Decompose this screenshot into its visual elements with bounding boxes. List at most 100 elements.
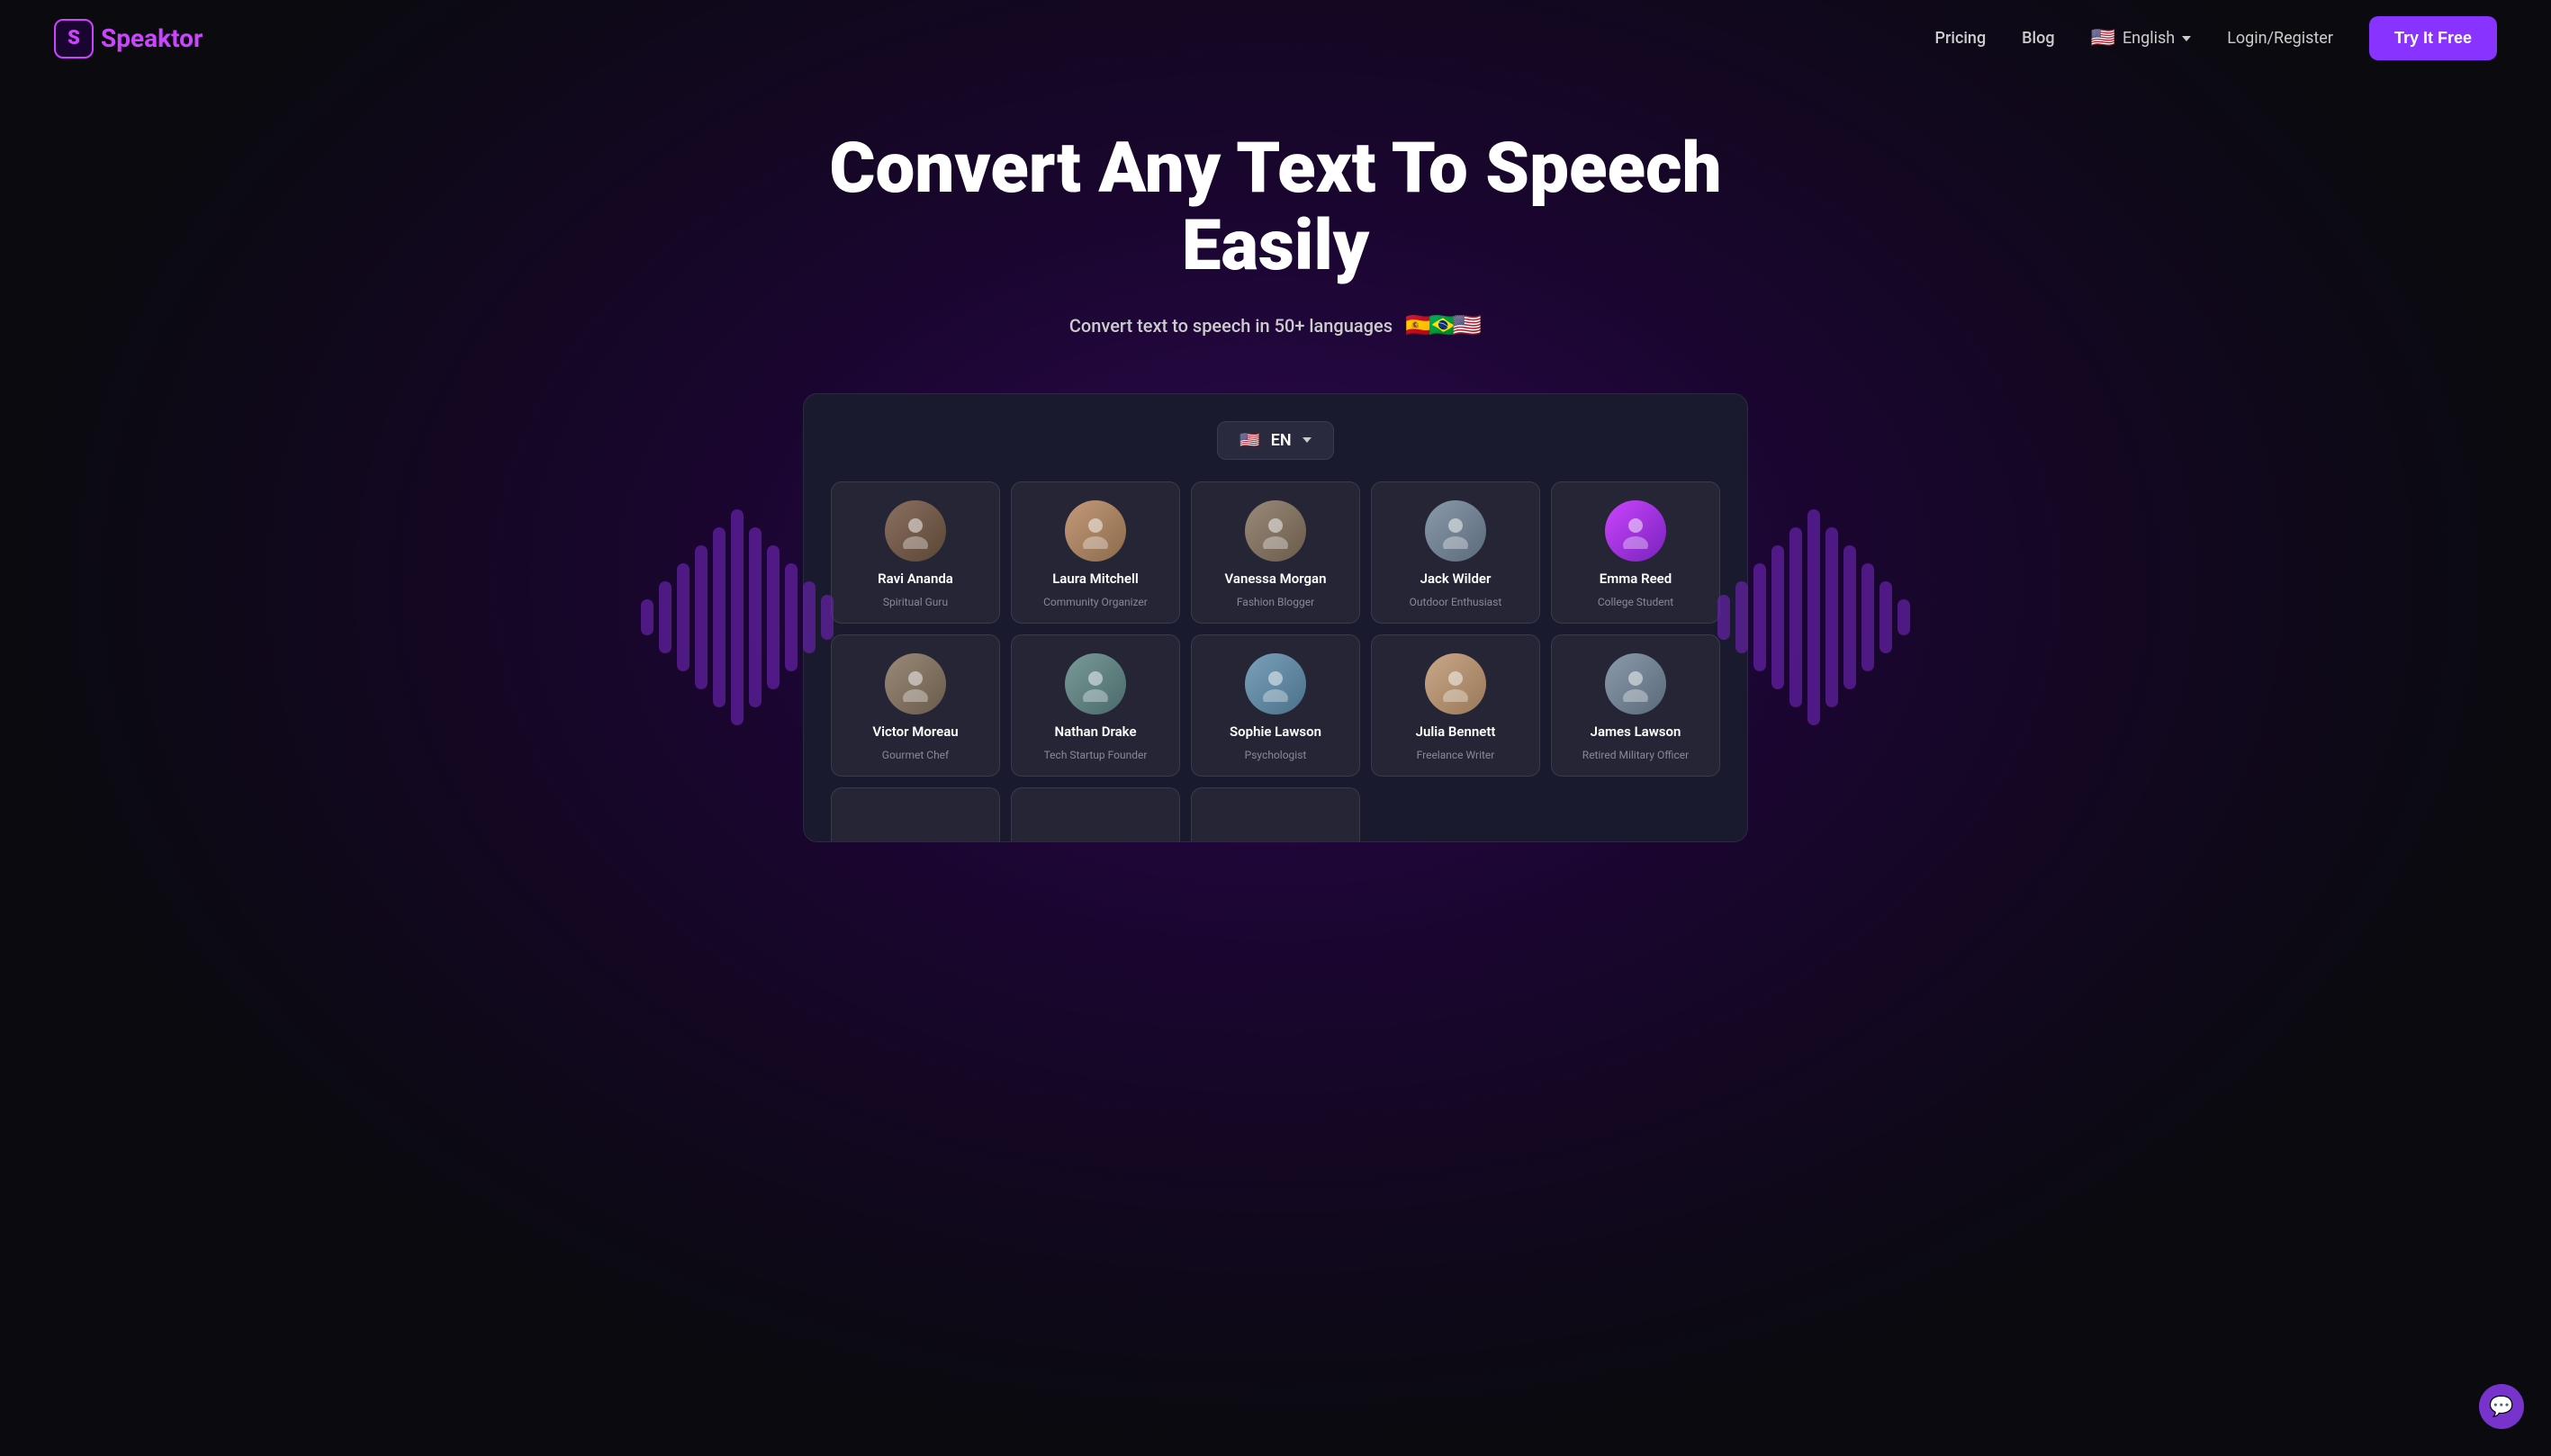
- hero-title: Convert Any Text To Speech Easily: [780, 130, 1771, 285]
- wave-bar: [1825, 527, 1838, 707]
- screen-container: 🇺🇸 EN Ravi Ananda Spiritual Guru Laura Mi…: [803, 393, 1748, 842]
- voice-grid-row2: Victor Moreau Gourmet Chef Nathan Drake Te…: [831, 634, 1720, 777]
- login-register-link[interactable]: Login/Register: [2227, 29, 2333, 48]
- navbar: S Speaktor Pricing Blog 🇺🇸 English Login…: [0, 0, 2551, 76]
- lang-bar: 🇺🇸 EN: [831, 421, 1720, 460]
- voice-avatar: [1605, 653, 1666, 715]
- wave-bar: [677, 563, 690, 671]
- flag-group: 🇪🇸 🇧🇷 🇺🇸: [1405, 312, 1482, 339]
- logo-brand-suffix: peaktor: [116, 23, 203, 53]
- logo-text: Speaktor: [101, 23, 203, 53]
- logo-letter: S: [68, 27, 80, 49]
- wave-bar: [749, 527, 762, 707]
- voice-card[interactable]: Victor Moreau Gourmet Chef: [831, 634, 1000, 777]
- en-chevron-icon: [1303, 437, 1312, 443]
- voice-card[interactable]: Laura Mitchell Community Organizer: [1011, 481, 1180, 624]
- voice-card[interactable]: Vanessa Morgan Fashion Blogger: [1191, 481, 1360, 624]
- voice-card-partial[interactable]: [831, 787, 1000, 841]
- voice-name: James Lawson: [1591, 724, 1681, 740]
- chevron-down-icon: [2182, 36, 2191, 41]
- wave-bar: [695, 545, 708, 689]
- voice-name: Ravi Ananda: [878, 571, 953, 587]
- voice-role: Community Organizer: [1043, 596, 1148, 608]
- voice-name: Vanessa Morgan: [1225, 571, 1327, 587]
- voice-grid-partial: [831, 787, 1720, 841]
- voice-card-partial[interactable]: [1011, 787, 1180, 841]
- voice-name: Laura Mitchell: [1052, 571, 1139, 587]
- wave-bar: [803, 581, 816, 653]
- voice-card[interactable]: James Lawson Retired Military Officer: [1551, 634, 1720, 777]
- wave-bar: [767, 545, 780, 689]
- wave-bar: [1879, 581, 1892, 653]
- voice-role: Spiritual Guru: [883, 596, 948, 608]
- app-mockup: 🇺🇸 EN Ravi Ananda Spiritual Guru Laura Mi…: [803, 393, 1748, 842]
- nav-links: Pricing Blog 🇺🇸 English Login/Register T…: [1935, 16, 2498, 60]
- wave-bar: [1897, 599, 1910, 635]
- voice-name: Jack Wilder: [1420, 571, 1492, 587]
- sound-waves-left: [641, 482, 834, 752]
- nav-blog[interactable]: Blog: [2022, 29, 2054, 48]
- voice-name: Sophie Lawson: [1230, 724, 1321, 740]
- voice-avatar: [1065, 500, 1126, 562]
- lang-label: English: [2123, 29, 2175, 48]
- en-label: EN: [1271, 431, 1292, 450]
- wave-bar: [785, 563, 798, 671]
- voice-role: Freelance Writer: [1417, 749, 1495, 761]
- language-selector[interactable]: 🇺🇸 English: [2091, 27, 2192, 49]
- wave-bar: [1753, 563, 1766, 671]
- logo[interactable]: S Speaktor: [54, 19, 203, 58]
- voice-role: Retired Military Officer: [1582, 749, 1689, 761]
- wave-bar: [1771, 545, 1784, 689]
- wave-bar: [1807, 509, 1820, 725]
- hero-section: Convert Any Text To Speech Easily Conver…: [0, 76, 2551, 878]
- en-flag: 🇺🇸: [1239, 431, 1259, 450]
- en-selector[interactable]: 🇺🇸 EN: [1217, 421, 1333, 460]
- voice-name: Emma Reed: [1600, 571, 1672, 587]
- voice-role: Gourmet Chef: [882, 749, 949, 761]
- flag-us: 🇺🇸: [1453, 312, 1482, 339]
- wave-bar: [731, 509, 744, 725]
- wave-bar: [1717, 595, 1730, 640]
- voice-name: Nathan Drake: [1054, 724, 1136, 740]
- voice-role: Outdoor Enthusiast: [1410, 596, 1502, 608]
- voice-card[interactable]: Nathan Drake Tech Startup Founder: [1011, 634, 1180, 777]
- voice-role: Tech Startup Founder: [1044, 749, 1148, 761]
- voice-role: College Student: [1598, 596, 1673, 608]
- nav-pricing[interactable]: Pricing: [1935, 29, 1987, 48]
- wave-bar: [659, 581, 672, 653]
- sound-waves-right: [1717, 482, 1910, 752]
- hero-subtitle-text: Convert text to speech in 50+ languages: [1069, 315, 1393, 337]
- hero-subtitle: Convert text to speech in 50+ languages …: [36, 312, 2515, 339]
- wave-bar: [1861, 563, 1874, 671]
- voice-grid-row1: Ravi Ananda Spiritual Guru Laura Mitchell…: [831, 481, 1720, 624]
- wave-bar: [1843, 545, 1856, 689]
- voice-name: Victor Moreau: [872, 724, 958, 740]
- chat-bubble-button[interactable]: 💬: [2479, 1384, 2524, 1429]
- voice-role: Fashion Blogger: [1237, 596, 1314, 608]
- try-free-button[interactable]: Try It Free: [2369, 16, 2497, 60]
- voice-avatar: [1425, 500, 1486, 562]
- voice-avatar: [1245, 653, 1306, 715]
- voice-avatar: [1425, 653, 1486, 715]
- voice-card[interactable]: Ravi Ananda Spiritual Guru: [831, 481, 1000, 624]
- voice-avatar: [885, 500, 946, 562]
- lang-flag: 🇺🇸: [2091, 27, 2115, 49]
- voice-card[interactable]: Emma Reed College Student: [1551, 481, 1720, 624]
- wave-bar: [641, 599, 654, 635]
- voice-avatar: [1245, 500, 1306, 562]
- wave-bar: [1789, 527, 1802, 707]
- voice-avatar: [1605, 500, 1666, 562]
- wave-bar: [821, 595, 834, 640]
- chat-icon: 💬: [2489, 1396, 2513, 1418]
- voice-avatar: [885, 653, 946, 715]
- voice-card[interactable]: Julia Bennett Freelance Writer: [1371, 634, 1540, 777]
- wave-bar: [713, 527, 726, 707]
- voice-card-partial[interactable]: [1191, 787, 1360, 841]
- voice-card[interactable]: Jack Wilder Outdoor Enthusiast: [1371, 481, 1540, 624]
- logo-icon: S: [54, 19, 94, 58]
- wave-bar: [1735, 581, 1748, 653]
- voice-card[interactable]: Sophie Lawson Psychologist: [1191, 634, 1360, 777]
- voice-name: Julia Bennett: [1416, 724, 1496, 740]
- voice-role: Psychologist: [1245, 749, 1307, 761]
- logo-brand-prefix: S: [101, 23, 116, 53]
